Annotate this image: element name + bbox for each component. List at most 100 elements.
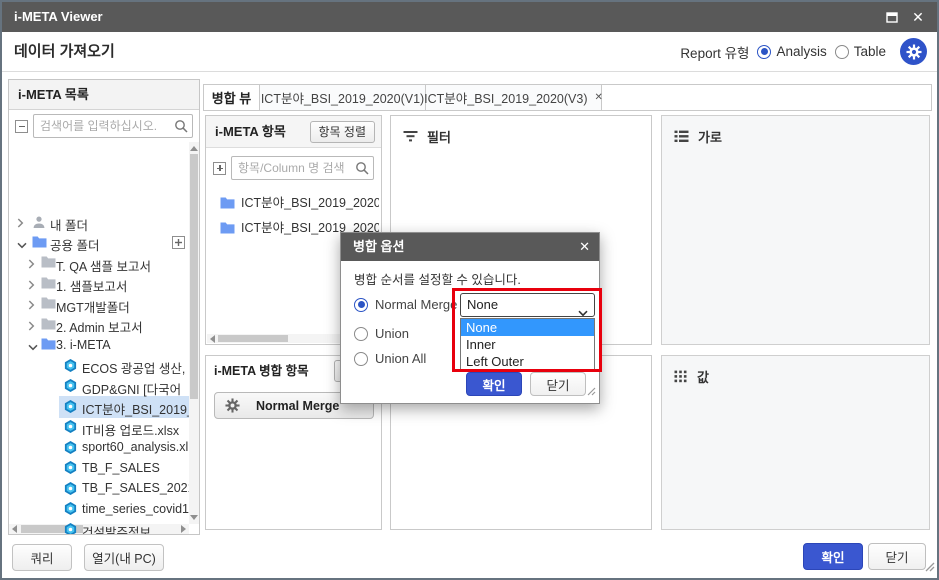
app-window: i-META Viewer ✕ 데이터 가져오기 Report 유형 Analy… xyxy=(0,0,939,580)
tab-close-icon[interactable]: ✕ xyxy=(595,92,603,103)
radio-analysis-label: Analysis xyxy=(776,44,826,59)
query-button[interactable]: 쿼리 xyxy=(12,544,72,571)
tree-item-label: T. QA 샘플 보고서 xyxy=(56,256,189,275)
tree-item[interactable]: T. QA 샘플 보고서 xyxy=(9,253,189,273)
tree-item-label: 3. i-META xyxy=(56,338,189,352)
tree-item[interactable]: time_series_covid1 xyxy=(9,499,189,519)
folder-gray-icon xyxy=(41,256,56,271)
dropdown-option[interactable]: Left Outer xyxy=(461,353,594,370)
search-icon xyxy=(174,119,188,138)
tab-dataset-v3[interactable]: ICT분야_BSI_2019_2020(V3)✕ xyxy=(426,85,602,110)
tree-item[interactable]: ICT분야_BSI_2019_ xyxy=(9,397,189,417)
tree-item-label: sport60_analysis.xl xyxy=(82,440,189,454)
radio-table-label: Table xyxy=(854,44,886,59)
cube-icon xyxy=(64,359,77,375)
tree-item-label: 1. 샘플보고서 xyxy=(56,276,189,295)
settings-button[interactable] xyxy=(900,38,927,65)
cube-icon xyxy=(64,441,77,457)
user-icon xyxy=(32,215,46,232)
tree-item[interactable]: TB_F_SALES xyxy=(9,458,189,478)
tree-item-label: ICT분야_BSI_2019_ xyxy=(82,399,189,418)
dialog-titlebar: 병합 옵션 ✕ xyxy=(341,233,599,261)
folder-gray-icon xyxy=(41,297,56,312)
merge-order-select[interactable]: None xyxy=(460,293,595,317)
open-pc-button[interactable]: 열기(내 PC) xyxy=(84,544,164,571)
tree-item[interactable]: 공용 폴더 xyxy=(9,233,189,253)
dialog-close-button[interactable]: ✕ xyxy=(579,233,590,261)
window-close-button[interactable]: ✕ xyxy=(905,2,931,32)
chevron-right-icon[interactable] xyxy=(28,299,35,313)
dialog-cancel-button[interactable]: 닫기 xyxy=(530,372,586,396)
folder-blue-icon xyxy=(220,223,235,237)
radio-table[interactable]: Table xyxy=(835,44,886,59)
collapse-all-icon[interactable] xyxy=(15,120,28,133)
columns-drop-panel[interactable]: 가로 xyxy=(661,115,930,345)
merge-options-dialog: 병합 옵션 ✕ 병합 순서를 설정할 수 있습니다. Normal Merge … xyxy=(340,232,600,404)
tree-item-label: TB_F_SALES_20210 xyxy=(82,481,189,495)
chevron-down-icon[interactable] xyxy=(17,238,27,252)
window-resize-grip[interactable] xyxy=(924,559,935,577)
sidebar-search-input[interactable] xyxy=(33,114,193,138)
grid-dots-icon xyxy=(674,370,688,383)
expand-all-icon[interactable] xyxy=(213,162,226,175)
tree-item-label: MGT개발폴더 xyxy=(56,297,189,316)
imeta-item[interactable]: ICT분야_BSI_2019_2020(V1) xyxy=(220,192,379,212)
columns-panel-label: 가로 xyxy=(698,127,722,146)
radio-table-circle[interactable] xyxy=(835,45,849,59)
sort-items-button[interactable]: 항목 정렬 xyxy=(310,121,376,143)
dropdown-option[interactable]: Inner xyxy=(461,336,594,353)
dialog-resize-grip[interactable] xyxy=(587,383,596,401)
dropdown-option[interactable]: None xyxy=(461,319,594,336)
chevron-right-icon[interactable] xyxy=(17,217,24,231)
radio-union[interactable]: Union xyxy=(354,326,409,341)
cube-icon xyxy=(64,502,77,518)
tree-item[interactable]: 1. 샘플보고서 xyxy=(9,274,189,294)
tree-item[interactable]: 내 폴더 xyxy=(9,212,189,232)
chevron-right-icon[interactable] xyxy=(28,279,35,293)
cube-icon xyxy=(64,379,77,395)
merge-items-title: i-META 병합 항목 xyxy=(214,356,309,386)
folder-blue-icon xyxy=(220,198,235,212)
chevron-right-icon[interactable] xyxy=(28,258,35,272)
tree-item[interactable]: GDP&GNI [다국어 xyxy=(9,376,189,396)
items-search-row xyxy=(206,154,381,182)
dialog-ok-button[interactable]: 확인 xyxy=(466,372,522,396)
tree-item[interactable]: IT비용 업로드.xlsx xyxy=(9,417,189,437)
tree-item-label: IT비용 업로드.xlsx xyxy=(82,420,189,439)
items-search-input[interactable] xyxy=(231,156,374,180)
gear-icon xyxy=(225,398,240,413)
rows-list-icon xyxy=(674,130,689,143)
radio-analysis[interactable]: Analysis xyxy=(757,44,826,59)
tree-item-label: ECOS 광공업 생산, xyxy=(82,358,189,377)
radio-normal-merge[interactable]: Normal Merge xyxy=(354,297,457,312)
radio-union-all[interactable]: Union All xyxy=(354,351,426,366)
cube-icon xyxy=(64,461,77,477)
close-button[interactable]: 닫기 xyxy=(868,543,926,570)
chevron-down-icon[interactable] xyxy=(28,340,38,354)
tree-item[interactable]: 3. i-META xyxy=(9,335,189,355)
folder-gray-icon xyxy=(41,277,56,292)
tree-item-label: 2. Admin 보고서 xyxy=(56,317,189,336)
tree-item-label: 공용 폴더 xyxy=(50,235,189,254)
tree-item[interactable]: ECOS 광공업 생산, xyxy=(9,356,189,376)
imeta-items-header: i-META 항목 항목 정렬 xyxy=(206,116,381,148)
tree-item[interactable]: TB_F_SALES_20210 xyxy=(9,479,189,499)
sidebar: i-META 목록 내 폴더공용 폴더T. QA 샘플 보고서1. 샘플보고서M… xyxy=(8,79,200,535)
maximize-icon xyxy=(886,12,898,23)
radio-analysis-circle[interactable] xyxy=(757,45,771,59)
close-icon: ✕ xyxy=(912,9,924,26)
filter-icon xyxy=(403,130,418,143)
folder-blue-icon xyxy=(32,236,47,251)
tab-dataset-v1[interactable]: ICT분야_BSI_2019_2020(V1) xyxy=(260,85,426,110)
cube-icon xyxy=(64,420,77,436)
tree-item[interactable]: sport60_analysis.xl xyxy=(9,438,189,458)
tree-item[interactable]: 2. Admin 보고서 xyxy=(9,315,189,335)
values-drop-panel[interactable]: 값 xyxy=(661,355,930,530)
tab-strip: 병합 뷰 ICT분야_BSI_2019_2020(V1) ICT분야_BSI_2… xyxy=(203,84,932,111)
chevron-right-icon[interactable] xyxy=(28,320,35,334)
tree-vertical-scrollbar[interactable] xyxy=(189,142,199,524)
tree-item[interactable]: MGT개발폴더 xyxy=(9,294,189,314)
maximize-button[interactable] xyxy=(879,2,905,32)
tab-merge-view[interactable]: 병합 뷰 xyxy=(204,85,260,110)
confirm-button[interactable]: 확인 xyxy=(803,543,863,570)
